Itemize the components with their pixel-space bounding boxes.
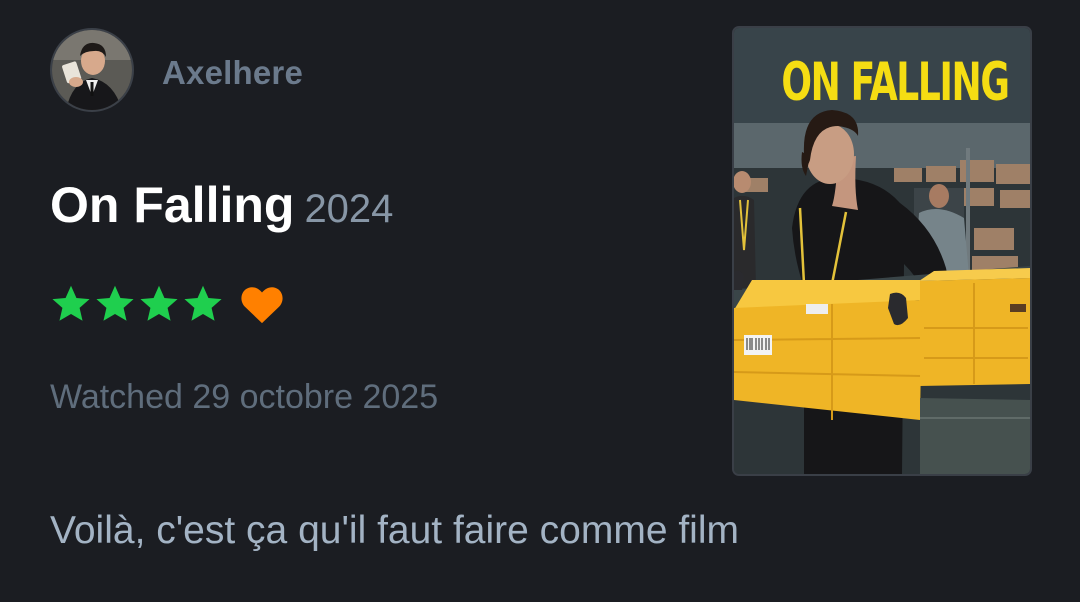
film-poster[interactable]: ON FALLING	[732, 26, 1032, 476]
film-title[interactable]: On Falling	[50, 177, 294, 233]
star-icon	[52, 285, 90, 321]
heart-icon	[241, 287, 283, 324]
star-icon	[184, 285, 222, 321]
film-year[interactable]: 2024	[304, 187, 393, 231]
rating-row	[50, 283, 285, 325]
review-text: Voilà, c'est ça qu'il faut faire comme f…	[50, 509, 739, 552]
star-icon	[140, 285, 178, 321]
user-avatar[interactable]	[50, 28, 134, 112]
star-icon	[96, 285, 134, 321]
film-heading: On Falling 2024	[50, 176, 393, 234]
avatar-photo-icon	[52, 30, 132, 110]
username[interactable]: Axelhere	[162, 54, 303, 92]
watched-date: Watched 29 octobre 2025	[50, 378, 439, 416]
poster-title: ON FALLING	[781, 52, 1010, 113]
